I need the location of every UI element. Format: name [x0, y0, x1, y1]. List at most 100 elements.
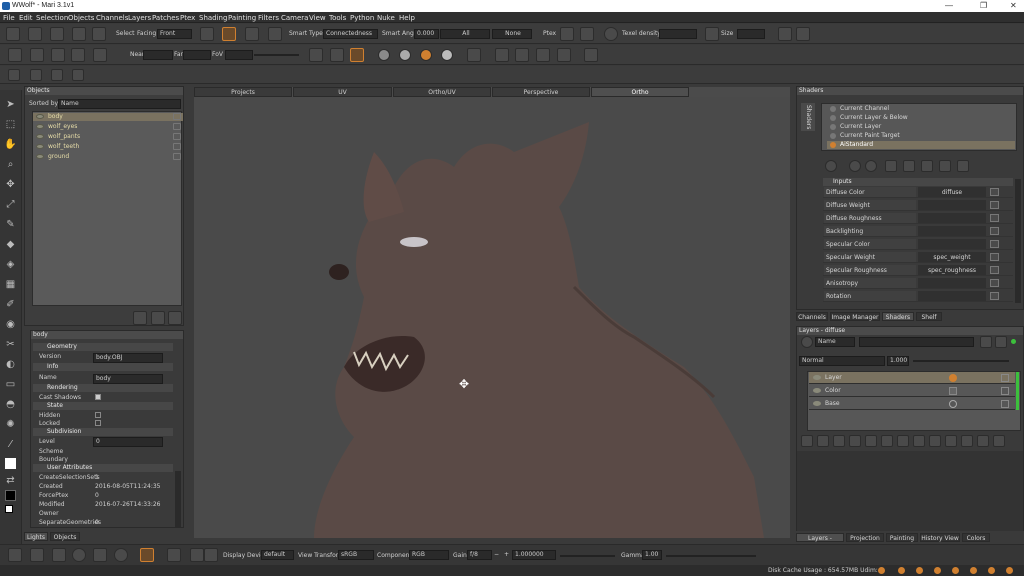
lock-icon[interactable]: [173, 133, 181, 140]
sponge-tool-icon[interactable]: ✺: [4, 418, 17, 431]
paint-brush-tool-icon[interactable]: ✎: [4, 218, 17, 231]
section-state[interactable]: State: [33, 402, 173, 410]
layer-tool-icon[interactable]: [945, 435, 957, 447]
paint-mode-icon[interactable]: [140, 548, 154, 562]
menu-painting[interactable]: Painting: [228, 14, 256, 22]
tab-perspective[interactable]: Perspective: [492, 87, 590, 97]
select-all-button[interactable]: All: [440, 29, 490, 39]
ptex-icon[interactable]: [560, 27, 574, 41]
paste-icon[interactable]: [796, 27, 810, 41]
add-layer-icon[interactable]: [801, 435, 813, 447]
tab-colors[interactable]: Colors: [962, 533, 990, 542]
globe-icon[interactable]: [604, 27, 618, 41]
shader-item-selected[interactable]: AiStandard: [827, 141, 1015, 149]
visibility-eye-icon[interactable]: [36, 154, 44, 159]
tab-projection[interactable]: Projection: [846, 533, 884, 542]
section-info[interactable]: Info: [33, 363, 173, 371]
smart-select-icon[interactable]: [268, 27, 282, 41]
lock-icon[interactable]: [173, 143, 181, 150]
input-row[interactable]: Backlighting: [823, 226, 1013, 237]
shader-item[interactable]: Current Layer: [827, 123, 1015, 131]
document-icon[interactable]: [167, 548, 181, 562]
far-field[interactable]: [183, 50, 211, 60]
component-dropdown[interactable]: RGB: [409, 550, 449, 560]
cast-shadows-checkbox[interactable]: [95, 394, 101, 400]
tab-shaders[interactable]: Shaders: [882, 312, 914, 321]
attr-row[interactable]: Created 2016-08-05T11:24:35: [33, 482, 173, 491]
gamma-slider[interactable]: [666, 555, 756, 557]
default-colors-icon[interactable]: [5, 505, 13, 513]
move-icon[interactable]: [30, 548, 44, 562]
section-geometry[interactable]: Geometry: [33, 343, 173, 351]
input-settings-icon[interactable]: [990, 266, 999, 274]
palette-icon[interactable]: [204, 548, 218, 562]
copy-icon[interactable]: [778, 27, 792, 41]
properties-scrollbar[interactable]: [175, 471, 181, 527]
flat-shading-icon[interactable]: [350, 48, 364, 62]
filter-option-icon[interactable]: [995, 336, 1007, 348]
search-icon[interactable]: [801, 336, 813, 348]
status-icon[interactable]: [952, 567, 959, 574]
menu-tools[interactable]: Tools: [329, 14, 346, 22]
sphere-full-icon[interactable]: [441, 49, 453, 61]
restore-icon[interactable]: ❐: [980, 1, 987, 10]
align-icon[interactable]: [536, 48, 550, 62]
visibility-eye-icon[interactable]: [36, 114, 44, 119]
dodge-tool-icon[interactable]: ◓: [4, 398, 17, 411]
uv-icon[interactable]: [71, 48, 85, 62]
sphere-icon[interactable]: [378, 49, 390, 61]
object-item-body[interactable]: body: [33, 113, 183, 121]
attr-row[interactable]: ForcePtex 0: [33, 491, 173, 500]
new-project-icon[interactable]: [6, 27, 20, 41]
shader-icon[interactable]: [865, 160, 877, 172]
select-none-button[interactable]: None: [492, 29, 532, 39]
layer-item-base[interactable]: Base: [809, 398, 1015, 410]
lock-icon[interactable]: [173, 113, 181, 120]
tab-image-manager[interactable]: Image Manager: [830, 312, 880, 321]
input-row[interactable]: Rotation: [823, 291, 1013, 302]
rotate-icon[interactable]: [72, 548, 86, 562]
menu-ptex[interactable]: Ptex: [180, 14, 195, 22]
cube-front-icon[interactable]: [30, 48, 44, 62]
move-tool-icon[interactable]: ✥: [4, 178, 17, 191]
layer-filter-dropdown[interactable]: Name: [815, 337, 855, 347]
shader-item[interactable]: Current Paint Target: [827, 132, 1015, 140]
layer-filter-input[interactable]: [859, 337, 974, 347]
viewport[interactable]: Projects UV Ortho/UV Perspective Ortho ✥: [194, 87, 790, 538]
select-box-icon[interactable]: [200, 27, 214, 41]
filter-clear-icon[interactable]: [980, 336, 992, 348]
section-subdivision[interactable]: Subdivision: [33, 428, 173, 436]
visibility-eye-icon[interactable]: [36, 144, 44, 149]
lock-icon[interactable]: [1001, 374, 1009, 382]
tab-shelf[interactable]: Shelf: [916, 312, 942, 321]
transform-tool-icon[interactable]: ⤢: [4, 198, 17, 211]
input-row[interactable]: Diffuse Roughness: [823, 213, 1013, 224]
input-settings-icon[interactable]: [990, 201, 999, 209]
tab-layers-diffuse[interactable]: Layers - diffuse: [796, 533, 844, 551]
opacity-slider[interactable]: [913, 360, 1009, 362]
reset-view-icon[interactable]: [584, 48, 598, 62]
brush-icon[interactable]: [30, 69, 42, 81]
frame-icon[interactable]: [467, 48, 481, 62]
layer-tool-icon[interactable]: [961, 435, 973, 447]
fov-field[interactable]: [225, 50, 253, 60]
swap-colors-icon[interactable]: ⇄: [4, 474, 17, 487]
lock-icon[interactable]: [1001, 400, 1009, 408]
select-tool-icon[interactable]: ➤: [4, 98, 17, 111]
visibility-eye-icon[interactable]: [813, 375, 821, 380]
duplicate-object-icon[interactable]: [151, 311, 165, 325]
name-field[interactable]: body: [93, 374, 163, 384]
add-object-icon[interactable]: [133, 311, 147, 325]
shader-icon[interactable]: [957, 160, 969, 172]
inputs-section[interactable]: Inputs: [823, 178, 1013, 186]
input-row[interactable]: Diffuse Color diffuse: [823, 187, 1013, 198]
menu-patches[interactable]: Patches: [152, 14, 179, 22]
gain-field[interactable]: 1.000000: [512, 550, 556, 560]
shader-item[interactable]: Current Layer & Below: [827, 114, 1015, 122]
input-row[interactable]: Diffuse Weight: [823, 200, 1013, 211]
input-row[interactable]: Anisotropy: [823, 278, 1013, 289]
attr-row[interactable]: Modified 2016-07-26T14:33:26: [33, 500, 173, 509]
lasso-tool-icon[interactable]: ⬚: [4, 118, 17, 131]
select-paint-icon[interactable]: [222, 27, 236, 41]
visibility-eye-icon[interactable]: [813, 388, 821, 393]
